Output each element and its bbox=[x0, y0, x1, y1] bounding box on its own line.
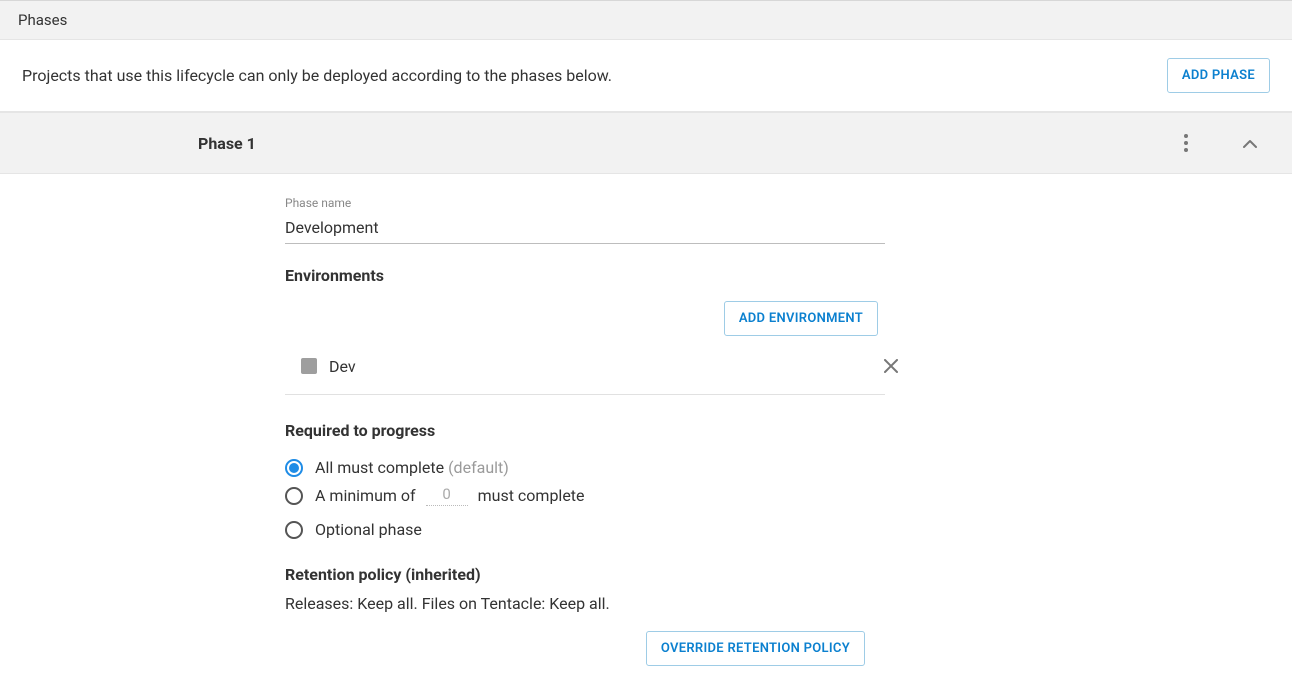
remove-environment-button[interactable] bbox=[877, 352, 905, 380]
add-phase-button[interactable]: ADD PHASE bbox=[1167, 58, 1270, 93]
phase-body: Phase name Environments ADD ENVIRONMENT … bbox=[0, 174, 1292, 692]
environment-item: Dev bbox=[285, 352, 885, 395]
radio-button-icon bbox=[285, 459, 303, 477]
phase-title: Phase 1 bbox=[198, 134, 256, 153]
phases-section-title: Phases bbox=[18, 11, 67, 29]
radio-button-icon bbox=[285, 521, 303, 539]
phase-name-label: Phase name bbox=[285, 196, 885, 210]
phases-description-text: Projects that use this lifecycle can onl… bbox=[22, 66, 612, 85]
environment-color-chip bbox=[301, 358, 317, 374]
phase-name-input[interactable] bbox=[285, 214, 885, 244]
more-vertical-icon bbox=[1184, 134, 1188, 152]
radio-min-suffix: must complete bbox=[478, 486, 585, 505]
phase-overflow-menu-button[interactable] bbox=[1166, 123, 1206, 163]
radio-optional-phase[interactable]: Optional phase bbox=[285, 516, 885, 543]
required-to-progress-header: Required to progress bbox=[285, 421, 885, 440]
radio-all-label: All must complete (default) bbox=[315, 458, 509, 477]
radio-all-must-complete[interactable]: All must complete (default) bbox=[285, 454, 885, 481]
collapse-phase-button[interactable] bbox=[1230, 123, 1270, 163]
progress-radio-group: All must complete (default) A minimum of… bbox=[285, 454, 885, 543]
minimum-count-input[interactable] bbox=[426, 485, 468, 506]
override-retention-policy-button[interactable]: OVERRIDE RETENTION POLICY bbox=[646, 631, 865, 666]
close-icon bbox=[884, 359, 898, 373]
environments-header: Environments bbox=[285, 266, 885, 285]
environment-name: Dev bbox=[329, 357, 356, 376]
phase-header: Phase 1 bbox=[0, 112, 1292, 174]
radio-minimum-of[interactable]: A minimum of must complete bbox=[285, 481, 885, 510]
chevron-up-icon bbox=[1243, 139, 1257, 148]
radio-optional-label: Optional phase bbox=[315, 520, 422, 539]
radio-min-prefix: A minimum of bbox=[315, 486, 416, 505]
phases-description-row: Projects that use this lifecycle can onl… bbox=[0, 40, 1292, 111]
add-environment-button[interactable]: ADD ENVIRONMENT bbox=[724, 301, 878, 336]
retention-policy-header: Retention policy (inherited) bbox=[285, 565, 885, 584]
radio-button-icon bbox=[285, 487, 303, 505]
phases-section-header: Phases bbox=[0, 0, 1292, 40]
retention-policy-text: Releases: Keep all. Files on Tentacle: K… bbox=[285, 594, 885, 613]
